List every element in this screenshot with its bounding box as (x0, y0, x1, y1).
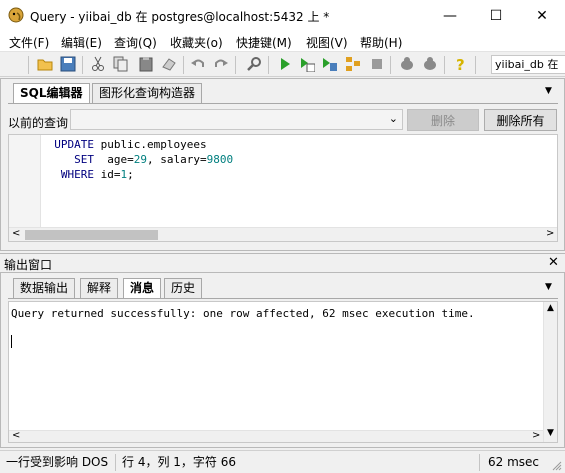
chevron-down-icon: ⌄ (388, 112, 398, 125)
output-window-title: 输出窗口 (4, 258, 53, 272)
previous-query-label: 以前的查询 (8, 116, 69, 130)
scroll-down-icon[interactable]: ▼ (547, 428, 554, 438)
minimize-button[interactable]: — (427, 0, 473, 31)
horizontal-scrollbar[interactable]: < > (9, 430, 543, 442)
query-result-message: Query returned successfully: one row aff… (11, 307, 475, 320)
toolbar-separator (183, 56, 184, 74)
scroll-right-icon[interactable]: > (546, 228, 554, 239)
execute-pgscript-icon[interactable] (298, 55, 316, 73)
maximize-button[interactable]: ☐ (473, 0, 519, 31)
sql-keyword: WHERE (41, 168, 94, 181)
tabs-dropdown-icon[interactable]: ▼ (545, 282, 552, 292)
close-button[interactable]: ✕ (519, 0, 565, 31)
tab-underline (8, 103, 558, 104)
copy-icon[interactable] (112, 55, 130, 73)
vertical-scrollbar[interactable]: ▲ ▼ (543, 302, 557, 442)
tab-underline (8, 298, 558, 299)
status-rows-affected: 一行受到影响 DOS (2, 454, 116, 471)
execute-to-file-icon[interactable] (321, 55, 339, 73)
scroll-left-icon[interactable]: < (12, 430, 20, 441)
status-bar: 一行受到影响 DOS 行 4，列 1，字符 66 62 msec (0, 450, 565, 473)
menu-query[interactable]: 查询(Q) (114, 34, 157, 51)
toolbar-separator (390, 56, 391, 74)
save-icon[interactable] (59, 55, 77, 73)
tab-history[interactable]: 历史 (164, 278, 203, 298)
execute-icon[interactable] (276, 55, 294, 73)
previous-query-dropdown[interactable]: ⌄ (70, 109, 403, 130)
toolbar-separator (28, 56, 29, 74)
sql-code-line: WHERE id=1; (9, 167, 233, 182)
menu-help[interactable]: 帮助(H) (360, 34, 402, 51)
sql-code: UPDATE public.employees SET age=29, sala… (9, 137, 233, 182)
messages-area[interactable]: Query returned successfully: one row aff… (8, 301, 558, 443)
output-window-header: 输出窗口 ✕ (0, 253, 565, 272)
sql-number: 9800 (206, 153, 234, 166)
toolbar-separator (268, 56, 269, 74)
eraser-icon[interactable] (160, 55, 178, 73)
vacuum-icon[interactable] (398, 55, 416, 73)
sql-text: id= (93, 168, 121, 181)
toolbar-separator (235, 56, 236, 74)
toolbar: ? yiibai_db 在 (0, 51, 565, 77)
explain-icon[interactable] (344, 55, 362, 73)
resize-grip-icon[interactable] (552, 460, 562, 471)
menu-file[interactable]: 文件(F) (9, 34, 49, 51)
delete-button[interactable]: 删除 (407, 109, 479, 131)
sql-text: age= (93, 153, 134, 166)
text-cursor (11, 335, 12, 348)
sql-text: public.employees (93, 138, 207, 151)
sql-text: ; (127, 168, 134, 181)
sql-keyword: UPDATE (41, 138, 94, 151)
database-selector-value: yiibai_db 在 (495, 58, 559, 71)
redo-icon[interactable] (212, 55, 230, 73)
tabs-dropdown-icon[interactable]: ▼ (545, 86, 552, 96)
window-title: Query - yiibai_db 在 postgres@localhost:5… (30, 10, 330, 24)
sql-code-line: UPDATE public.employees (9, 137, 233, 152)
tab-sql-editor[interactable]: SQL编辑器 (13, 83, 90, 103)
menu-view[interactable]: 视图(V) (306, 34, 348, 51)
help-icon[interactable]: ? (452, 55, 470, 73)
app-elephant-icon (8, 7, 24, 23)
toolbar-separator (444, 56, 445, 74)
database-selector[interactable]: yiibai_db 在 (491, 55, 565, 74)
toolbar-separator (475, 56, 476, 74)
status-execution-time: 62 msec (488, 455, 540, 469)
delete-all-button[interactable]: 删除所有 (484, 109, 557, 131)
horizontal-scroll-thumb[interactable] (25, 230, 158, 240)
menu-edit[interactable]: 编辑(E) (61, 34, 102, 51)
scroll-left-icon[interactable]: < (12, 228, 20, 239)
close-icon[interactable]: ✕ (548, 255, 559, 270)
menu-macros[interactable]: 快捷键(M) (236, 34, 292, 51)
title-bar: Query - yiibai_db 在 postgres@localhost:5… (0, 0, 565, 31)
tab-graphical-query-builder[interactable]: 图形化查询构造器 (92, 83, 203, 103)
sql-code-line: SET age=29, salary=9800 (9, 152, 233, 167)
toolbar-separator (82, 56, 83, 74)
status-cursor-position: 行 4，列 1，字符 66 (118, 454, 480, 471)
analyze-icon[interactable] (421, 55, 439, 73)
open-folder-icon[interactable] (36, 55, 54, 73)
horizontal-scrollbar[interactable]: < > (9, 227, 557, 241)
sql-editor[interactable]: UPDATE public.employees SET age=29, sala… (8, 134, 558, 242)
tab-explain[interactable]: 解释 (80, 278, 119, 298)
svg-text:?: ? (456, 56, 465, 72)
menu-favourites[interactable]: 收藏夹(o) (170, 34, 223, 51)
sql-number: 29 (133, 153, 147, 166)
tab-data-output[interactable]: 数据输出 (13, 278, 76, 298)
paste-icon[interactable] (137, 55, 155, 73)
sql-text: , salary= (146, 153, 207, 166)
cut-icon[interactable] (89, 55, 107, 73)
scroll-right-icon[interactable]: > (532, 430, 540, 441)
stop-icon[interactable] (368, 55, 386, 73)
tab-messages[interactable]: 消息 (123, 278, 162, 298)
undo-icon[interactable] (189, 55, 207, 73)
scroll-up-icon[interactable]: ▲ (547, 303, 554, 313)
sql-keyword: SET (41, 153, 94, 166)
find-icon[interactable] (245, 55, 263, 73)
menu-bar: 文件(F) 编辑(E) 查询(Q) 收藏夹(o) 快捷键(M) 视图(V) 帮助… (0, 31, 565, 51)
